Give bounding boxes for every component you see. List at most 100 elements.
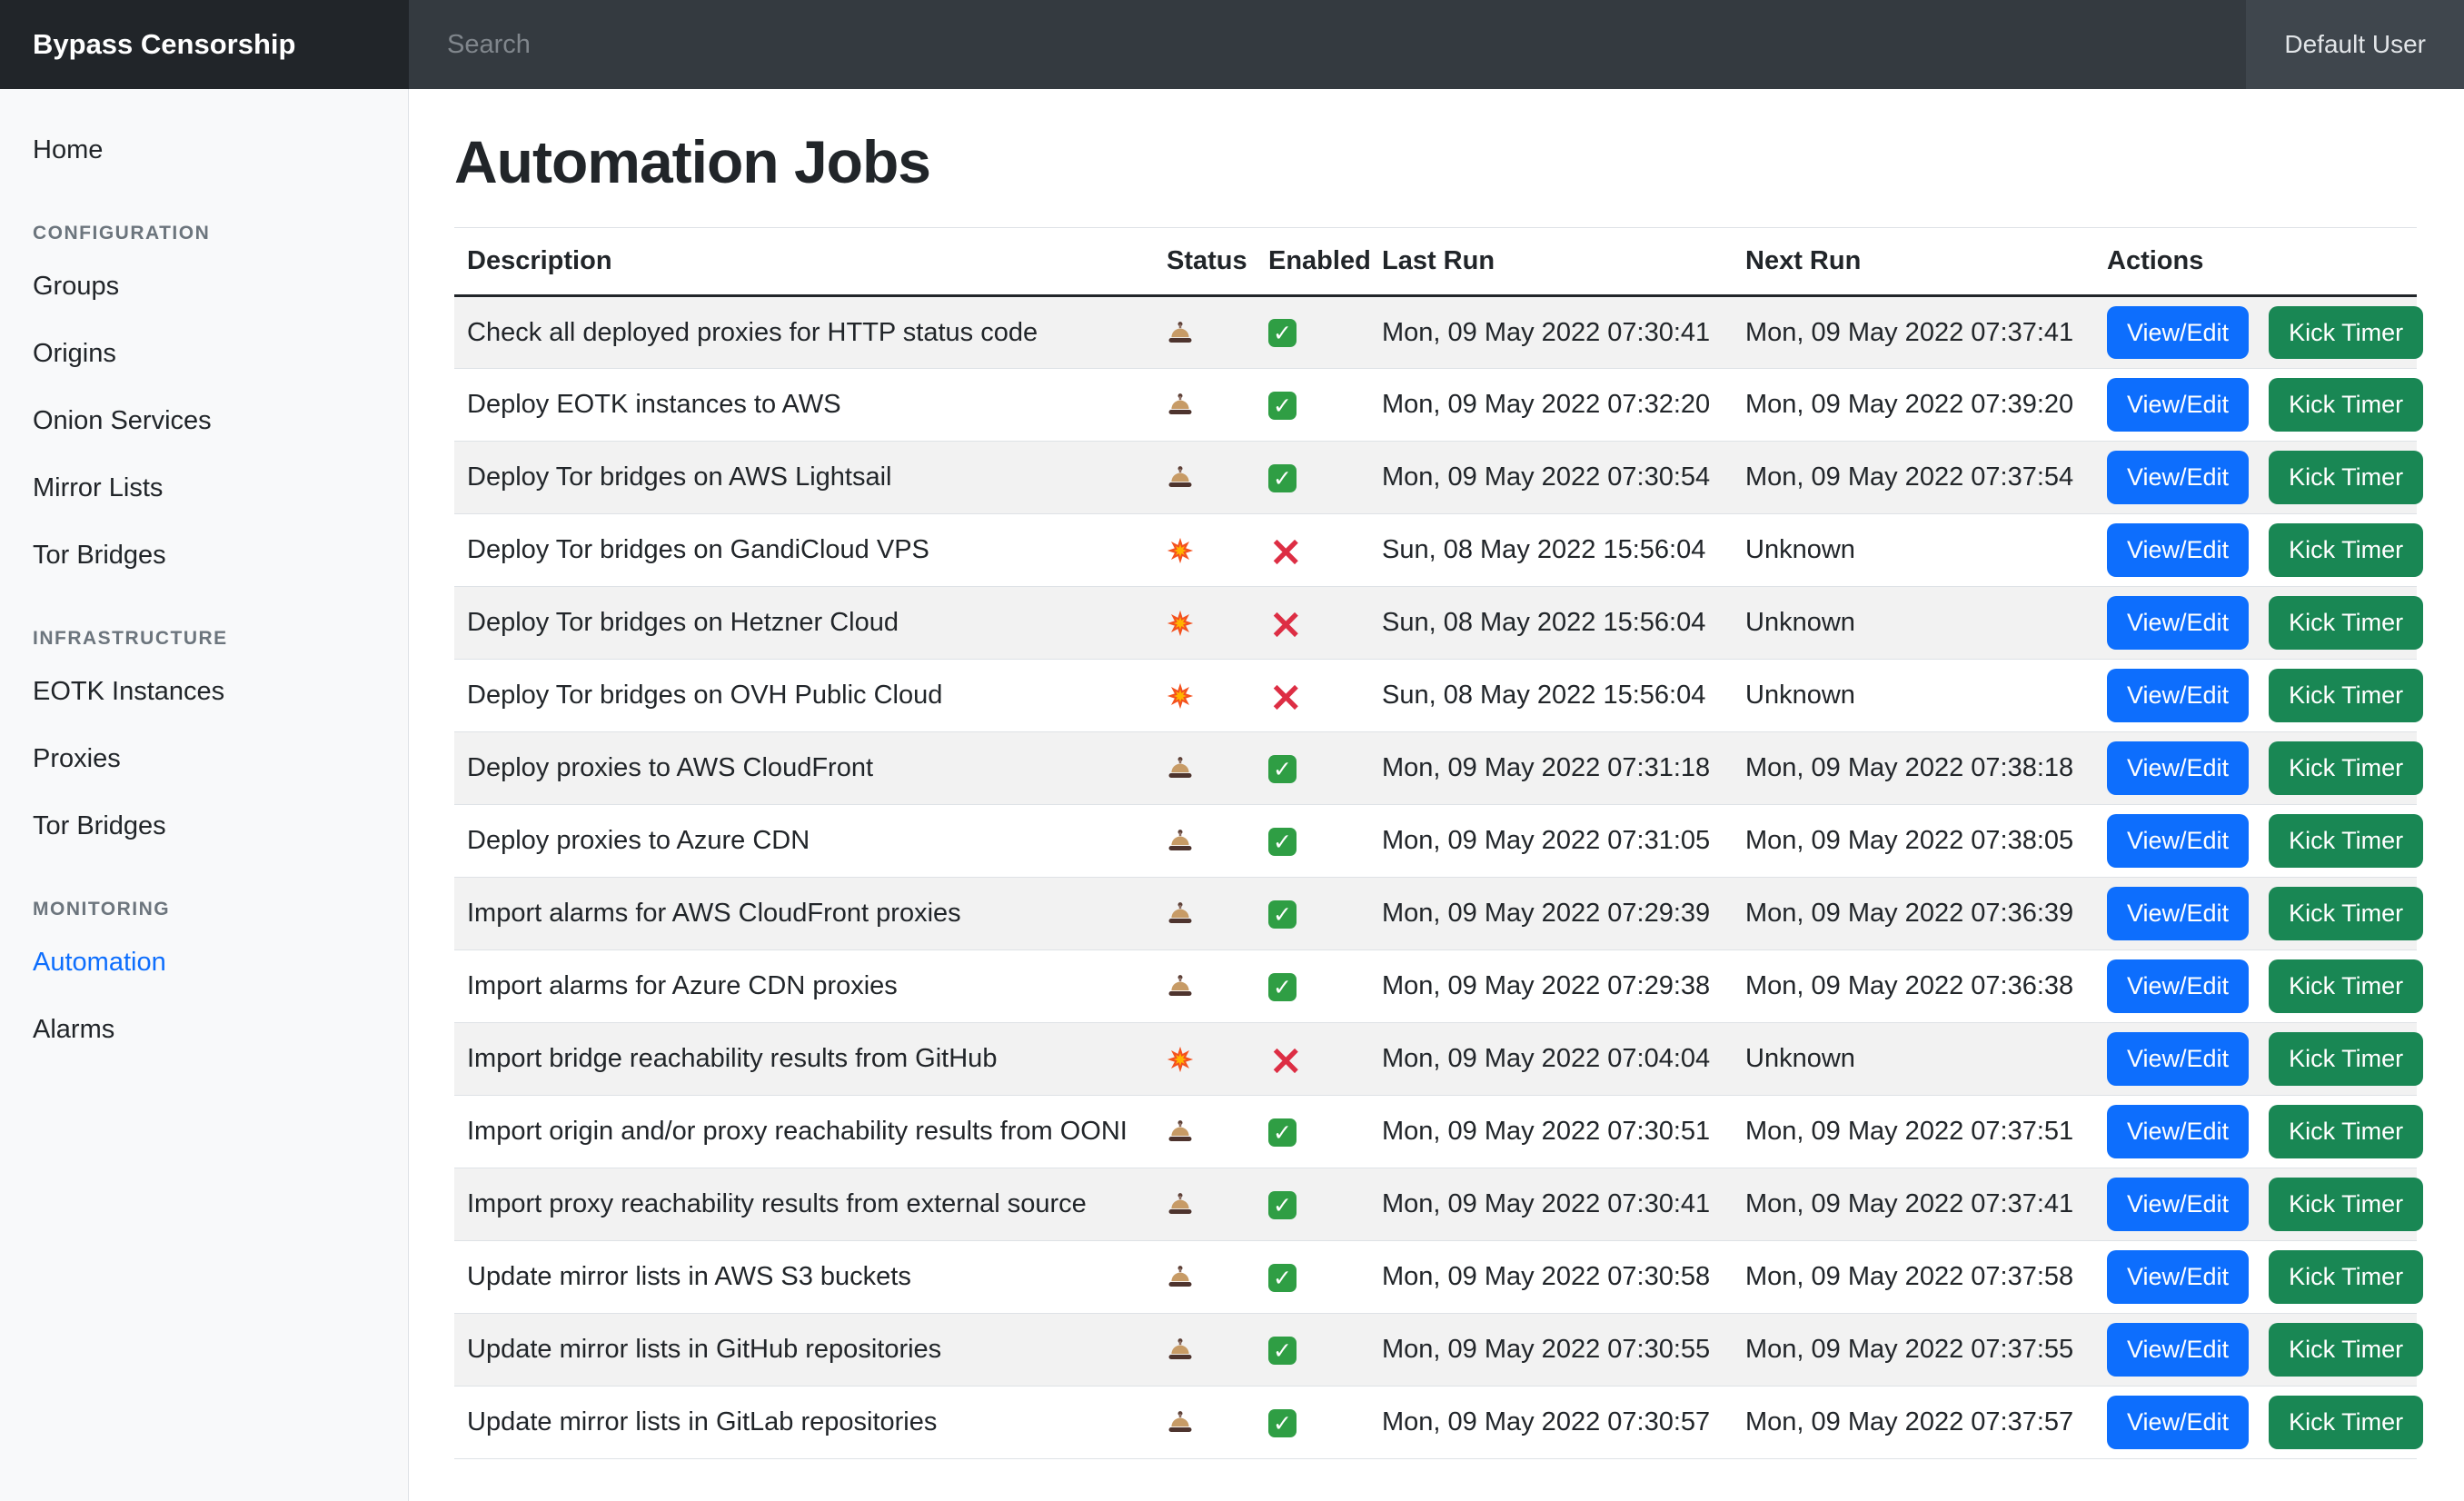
- kick-timer-button[interactable]: Kick Timer: [2269, 1105, 2423, 1158]
- kick-timer-button[interactable]: Kick Timer: [2269, 1032, 2423, 1085]
- view-edit-button[interactable]: View/Edit: [2107, 1396, 2249, 1448]
- sidebar-item-automation[interactable]: Automation: [0, 929, 408, 996]
- job-status-cell: [1154, 1023, 1256, 1096]
- view-edit-button[interactable]: View/Edit: [2107, 1105, 2249, 1158]
- view-edit-button[interactable]: View/Edit: [2107, 814, 2249, 867]
- page-title: Automation Jobs: [454, 127, 2419, 196]
- job-next-run: Mon, 09 May 2022 07:37:55: [1733, 1314, 2094, 1387]
- view-edit-button[interactable]: View/Edit: [2107, 596, 2249, 649]
- job-description: Import alarms for Azure CDN proxies: [454, 950, 1154, 1023]
- enabled-check-icon: ✓: [1268, 392, 1297, 420]
- sidebar-item-eotk-instances[interactable]: EOTK Instances: [0, 658, 408, 725]
- job-enabled-cell: ✓ ×: [1256, 514, 1369, 587]
- table-row: Import origin and/or proxy reachability …: [454, 1096, 2417, 1168]
- job-description: Import origin and/or proxy reachability …: [454, 1096, 1154, 1168]
- jobs-table-header: DescriptionStatusEnabledLast RunNext Run…: [454, 228, 2417, 296]
- job-actions-cell: View/Edit Kick Timer: [2094, 805, 2417, 878]
- view-edit-button[interactable]: View/Edit: [2107, 451, 2249, 503]
- kick-timer-button[interactable]: Kick Timer: [2269, 523, 2423, 576]
- search-input[interactable]: [445, 29, 1267, 61]
- column-header-status: Status: [1154, 228, 1256, 296]
- user-menu[interactable]: Default User: [2246, 0, 2464, 89]
- job-status-cell: [1154, 878, 1256, 950]
- view-edit-button[interactable]: View/Edit: [2107, 378, 2249, 431]
- job-actions-cell: View/Edit Kick Timer: [2094, 1023, 2417, 1096]
- job-status-cell: [1154, 805, 1256, 878]
- kick-timer-button[interactable]: Kick Timer: [2269, 741, 2423, 794]
- sidebar-item-proxies[interactable]: Proxies: [0, 725, 408, 792]
- kick-timer-button[interactable]: Kick Timer: [2269, 1323, 2423, 1376]
- sidebar-item-groups[interactable]: Groups: [0, 253, 408, 320]
- kick-timer-button[interactable]: Kick Timer: [2269, 1396, 2423, 1448]
- job-next-run: Mon, 09 May 2022 07:38:05: [1733, 805, 2094, 878]
- job-status-cell: [1154, 1168, 1256, 1241]
- enabled-check-icon: ✓: [1268, 1409, 1297, 1437]
- sidebar-item-mirror-lists[interactable]: Mirror Lists: [0, 454, 408, 522]
- explosion-icon: [1167, 608, 1194, 637]
- job-status-cell: [1154, 1314, 1256, 1387]
- view-edit-button[interactable]: View/Edit: [2107, 959, 2249, 1012]
- bell-icon: [1167, 753, 1194, 782]
- job-enabled-cell: ✓ ×: [1256, 878, 1369, 950]
- table-row: Deploy proxies to AWS CloudFront ✓ ×: [454, 732, 2417, 805]
- job-description: Deploy Tor bridges on Hetzner Cloud: [454, 587, 1154, 660]
- table-row: Import proxy reachability results from e…: [454, 1168, 2417, 1241]
- job-enabled-cell: ✓ ×: [1256, 442, 1369, 514]
- kick-timer-button[interactable]: Kick Timer: [2269, 596, 2423, 649]
- job-status-cell: [1154, 660, 1256, 732]
- job-status-cell: [1154, 1387, 1256, 1459]
- kick-timer-button[interactable]: Kick Timer: [2269, 306, 2423, 359]
- sidebar-item-tor-bridges-infra[interactable]: Tor Bridges: [0, 792, 408, 860]
- view-edit-button[interactable]: View/Edit: [2107, 669, 2249, 721]
- view-edit-button[interactable]: View/Edit: [2107, 1250, 2249, 1303]
- sidebar-item-origins[interactable]: Origins: [0, 320, 408, 387]
- job-next-run: Mon, 09 May 2022 07:38:18: [1733, 732, 2094, 805]
- column-header-last-run: Last Run: [1369, 228, 1733, 296]
- job-enabled-cell: ✓ ×: [1256, 1387, 1369, 1459]
- job-actions-cell: View/Edit Kick Timer: [2094, 1387, 2417, 1459]
- job-status-cell: [1154, 369, 1256, 442]
- job-last-run: Mon, 09 May 2022 07:29:38: [1369, 950, 1733, 1023]
- job-last-run: Mon, 09 May 2022 07:31:18: [1369, 732, 1733, 805]
- sidebar-item-alarms[interactable]: Alarms: [0, 996, 408, 1063]
- job-last-run: Mon, 09 May 2022 07:30:57: [1369, 1387, 1733, 1459]
- view-edit-button[interactable]: View/Edit: [2107, 887, 2249, 939]
- job-last-run: Mon, 09 May 2022 07:29:39: [1369, 878, 1733, 950]
- sidebar-item-home[interactable]: Home: [0, 116, 408, 184]
- kick-timer-button[interactable]: Kick Timer: [2269, 378, 2423, 431]
- kick-timer-button[interactable]: Kick Timer: [2269, 451, 2423, 503]
- job-enabled-cell: ✓ ×: [1256, 660, 1369, 732]
- brand[interactable]: Bypass Censorship: [0, 0, 409, 89]
- kick-timer-button[interactable]: Kick Timer: [2269, 959, 2423, 1012]
- view-edit-button[interactable]: View/Edit: [2107, 523, 2249, 576]
- job-actions-cell: View/Edit Kick Timer: [2094, 732, 2417, 805]
- bell-icon: [1167, 318, 1194, 347]
- view-edit-button[interactable]: View/Edit: [2107, 306, 2249, 359]
- table-row: Update mirror lists in GitHub repositori…: [454, 1314, 2417, 1387]
- job-last-run: Mon, 09 May 2022 07:30:41: [1369, 296, 1733, 369]
- column-header-actions: Actions: [2094, 228, 2417, 296]
- kick-timer-button[interactable]: Kick Timer: [2269, 814, 2423, 867]
- view-edit-button[interactable]: View/Edit: [2107, 1323, 2249, 1376]
- job-actions-cell: View/Edit Kick Timer: [2094, 296, 2417, 369]
- table-row: Import bridge reachability results from …: [454, 1023, 2417, 1096]
- kick-timer-button[interactable]: Kick Timer: [2269, 669, 2423, 721]
- kick-timer-button[interactable]: Kick Timer: [2269, 1178, 2423, 1230]
- job-status-cell: [1154, 296, 1256, 369]
- job-description: Deploy proxies to Azure CDN: [454, 805, 1154, 878]
- sidebar-item-onion-services[interactable]: Onion Services: [0, 387, 408, 454]
- job-enabled-cell: ✓ ×: [1256, 805, 1369, 878]
- job-next-run: Mon, 09 May 2022 07:37:57: [1733, 1387, 2094, 1459]
- view-edit-button[interactable]: View/Edit: [2107, 741, 2249, 794]
- job-last-run: Mon, 09 May 2022 07:30:51: [1369, 1096, 1733, 1168]
- explosion-icon: [1167, 681, 1194, 710]
- kick-timer-button[interactable]: Kick Timer: [2269, 1250, 2423, 1303]
- view-edit-button[interactable]: View/Edit: [2107, 1032, 2249, 1085]
- sidebar-item-tor-bridges-config[interactable]: Tor Bridges: [0, 522, 408, 589]
- job-description: Import alarms for AWS CloudFront proxies: [454, 878, 1154, 950]
- kick-timer-button[interactable]: Kick Timer: [2269, 887, 2423, 939]
- table-row: Import alarms for Azure CDN proxies ✓ ×: [454, 950, 2417, 1023]
- enabled-check-icon: ✓: [1268, 1337, 1297, 1365]
- bell-icon: [1167, 899, 1194, 928]
- view-edit-button[interactable]: View/Edit: [2107, 1178, 2249, 1230]
